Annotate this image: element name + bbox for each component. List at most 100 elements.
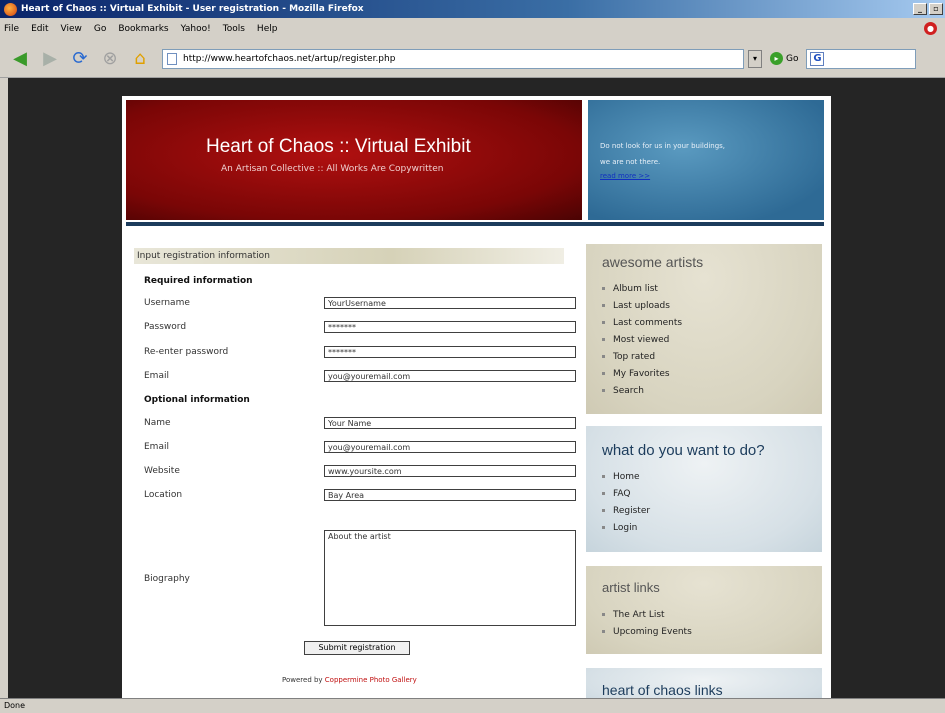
go-button[interactable]: ▸ Go xyxy=(770,52,798,65)
bullet-icon xyxy=(602,492,605,495)
site-header-banner: Heart of Chaos :: Virtual Exhibit An Art… xyxy=(126,100,582,220)
list-item-label: Album list xyxy=(613,283,658,294)
list-item[interactable]: Album list xyxy=(602,280,682,297)
website-input[interactable] xyxy=(324,465,576,477)
menu-view[interactable]: View xyxy=(61,24,82,34)
list-item[interactable]: Last uploads xyxy=(602,297,682,314)
menu-yahoo[interactable]: Yahoo! xyxy=(181,24,211,34)
list-item[interactable]: My Favorites xyxy=(602,365,682,382)
list-item-label: Login xyxy=(613,522,638,533)
window-titlebar: Heart of Chaos :: Virtual Exhibit - User… xyxy=(0,0,945,18)
browser-viewport: Heart of Chaos :: Virtual Exhibit An Art… xyxy=(8,78,945,698)
awesome-artists-title: awesome artists xyxy=(602,254,704,270)
bullet-icon xyxy=(602,287,605,290)
list-item[interactable]: Home xyxy=(602,468,650,485)
address-dropdown-button[interactable]: ▾ xyxy=(748,49,762,68)
reenter-password-input[interactable] xyxy=(324,346,576,358)
bullet-icon xyxy=(602,526,605,529)
form-title: Input registration information xyxy=(134,248,564,264)
list-item-label: Most viewed xyxy=(613,334,670,345)
header-divider xyxy=(126,222,824,226)
menu-go[interactable]: Go xyxy=(94,24,106,34)
list-item[interactable]: Login xyxy=(602,519,650,536)
home-icon[interactable]: ⌂ xyxy=(128,47,152,71)
window-title: Heart of Chaos :: Virtual Exhibit - User… xyxy=(21,4,364,14)
what-to-do-title: what do you want to do? xyxy=(602,442,765,459)
submit-registration-button[interactable]: Submit registration xyxy=(304,641,410,655)
biography-textarea[interactable]: About the artist xyxy=(324,530,576,626)
list-item[interactable]: Most viewed xyxy=(602,331,682,348)
minimize-button[interactable]: _ xyxy=(913,3,927,15)
email-label: Email xyxy=(144,371,169,381)
menu-help[interactable]: Help xyxy=(257,24,278,34)
bullet-icon xyxy=(602,338,605,341)
address-url: http://www.heartofchaos.net/artup/regist… xyxy=(183,53,396,64)
list-item[interactable]: The Art List xyxy=(602,606,692,623)
read-more-link[interactable]: read more >> xyxy=(600,172,650,180)
tagline-line-1: Do not look for us in your buildings, xyxy=(600,142,726,150)
bullet-icon xyxy=(602,613,605,616)
list-item[interactable]: Register xyxy=(602,502,650,519)
bullet-icon xyxy=(602,304,605,307)
stop-icon[interactable]: ⊗ xyxy=(98,47,122,71)
list-item-label: Last comments xyxy=(613,317,683,328)
go-arrow-icon: ▸ xyxy=(770,52,783,65)
firefox-icon xyxy=(4,2,17,16)
reenter-password-label: Re-enter password xyxy=(144,347,229,357)
artist-links-panel: artist links The Art List Upcoming Event… xyxy=(586,566,822,654)
address-bar[interactable]: http://www.heartofchaos.net/artup/regist… xyxy=(162,48,744,69)
list-item[interactable]: FAQ xyxy=(602,485,650,502)
list-item[interactable]: Upcoming Events xyxy=(602,623,692,640)
list-item-label: Top rated xyxy=(613,351,656,362)
header-tagline-panel: Do not look for us in your buildings, we… xyxy=(588,100,824,220)
list-item-label: Last uploads xyxy=(613,300,670,311)
stop-badge-icon[interactable]: ● xyxy=(924,22,937,35)
maximize-button[interactable]: ▫ xyxy=(929,3,943,15)
reload-icon[interactable]: ⟳ xyxy=(68,47,92,71)
menu-edit[interactable]: Edit xyxy=(31,24,48,34)
bullet-icon xyxy=(602,355,605,358)
bullet-icon xyxy=(602,389,605,392)
biography-label: Biography xyxy=(144,574,190,584)
optional-email-input[interactable] xyxy=(324,441,576,453)
menu-tools[interactable]: Tools xyxy=(223,24,245,34)
artist-links-title: artist links xyxy=(602,580,660,595)
username-input[interactable] xyxy=(324,297,576,309)
hoc-links-title: heart of chaos links xyxy=(602,682,723,698)
list-item-label: Upcoming Events xyxy=(613,626,692,637)
bullet-icon xyxy=(602,321,605,324)
forward-arrow-icon[interactable]: ▶ xyxy=(38,47,62,71)
location-input[interactable] xyxy=(324,489,576,501)
list-item[interactable]: Last comments xyxy=(602,314,682,331)
navigation-toolbar: ◀ ▶ ⟳ ⊗ ⌂ http://www.heartofchaos.net/ar… xyxy=(0,40,945,78)
list-item-label: Search xyxy=(613,385,644,396)
email-input[interactable] xyxy=(324,370,576,382)
list-item-label: Register xyxy=(613,505,651,516)
required-info-heading: Required information xyxy=(144,276,253,286)
hoc-links-panel: heart of chaos links xyxy=(586,668,822,698)
coppermine-link[interactable]: Coppermine Photo Gallery xyxy=(325,676,417,684)
optional-info-heading: Optional information xyxy=(144,395,250,405)
tagline-line-2: we are not there. xyxy=(600,158,661,166)
menu-file[interactable]: File xyxy=(4,24,19,34)
password-input[interactable] xyxy=(324,321,576,333)
site-subtitle: An Artisan Collective :: All Works Are C… xyxy=(221,164,444,174)
website-label: Website xyxy=(144,466,180,476)
search-box[interactable]: G xyxy=(806,48,917,69)
password-label: Password xyxy=(144,322,187,332)
list-item[interactable]: Top rated xyxy=(602,348,682,365)
list-item-label: The Art List xyxy=(613,609,665,620)
back-arrow-icon[interactable]: ◀ xyxy=(8,47,32,71)
artist-links-list: The Art List Upcoming Events xyxy=(602,606,692,640)
optional-email-label: Email xyxy=(144,442,169,452)
list-item-label: FAQ xyxy=(613,488,631,499)
go-label: Go xyxy=(786,53,799,64)
bullet-icon xyxy=(602,475,605,478)
menu-bookmarks[interactable]: Bookmarks xyxy=(118,24,168,34)
bullet-icon xyxy=(602,509,605,512)
todo-list: Home FAQ Register Login xyxy=(602,468,650,536)
name-input[interactable] xyxy=(324,417,576,429)
list-item[interactable]: Search xyxy=(602,382,682,399)
what-to-do-panel: what do you want to do? Home FAQ Registe… xyxy=(586,426,822,552)
menu-bar: File Edit View Go Bookmarks Yahoo! Tools… xyxy=(0,18,945,40)
